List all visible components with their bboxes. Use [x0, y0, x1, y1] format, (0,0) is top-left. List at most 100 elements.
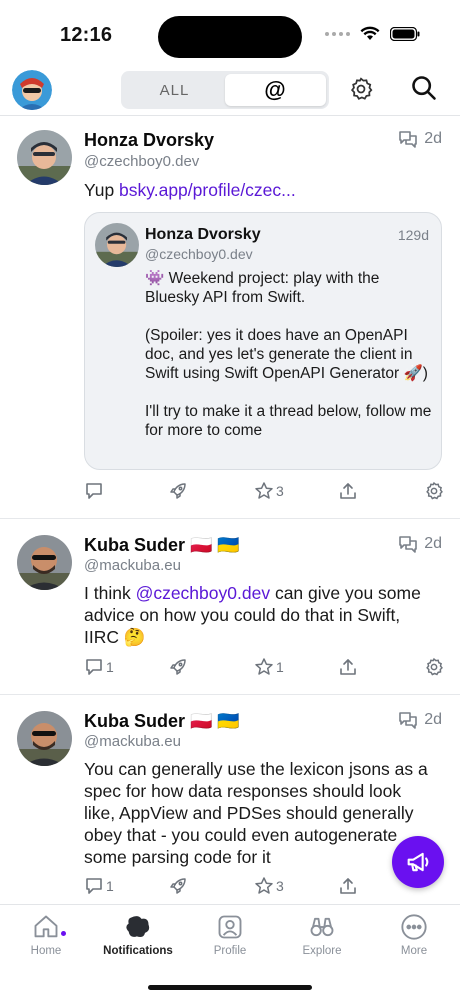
reply-icon — [86, 878, 102, 894]
reply-icon — [86, 483, 102, 499]
star-icon — [255, 877, 273, 894]
tab-explore-label: Explore — [302, 945, 342, 957]
cellular-icon — [325, 31, 350, 36]
like-button[interactable]: 3 — [254, 876, 284, 896]
quoted-author-avatar — [95, 223, 139, 267]
tab-profile-label: Profile — [213, 945, 247, 957]
reply-count: 1 — [106, 659, 114, 675]
tab-profile[interactable]: Profile — [184, 913, 276, 957]
search-icon — [412, 76, 436, 100]
reply-type-icon — [399, 536, 418, 553]
share-button[interactable] — [338, 876, 358, 896]
gear-icon — [426, 657, 443, 676]
tab-notifications-label: Notifications — [103, 945, 173, 957]
home-icon — [34, 915, 58, 938]
reply-type-icon — [399, 712, 418, 729]
dynamic-island — [158, 16, 302, 58]
binoculars-icon — [310, 917, 334, 937]
post-text: I think @czechboy0.dev can give you some… — [84, 582, 436, 648]
unread-dot — [61, 931, 66, 936]
tab-more-label: More — [400, 945, 428, 957]
author-handle[interactable]: @czechboy0.dev — [84, 153, 199, 170]
post-actions: 1 3 — [84, 876, 444, 900]
gear-icon — [350, 77, 373, 100]
share-button[interactable] — [338, 481, 358, 501]
post-time: 2d — [424, 711, 442, 728]
reply-button[interactable]: 1 — [84, 876, 114, 896]
tab-explore[interactable]: Explore — [276, 913, 368, 957]
segment-mentions[interactable]: @ — [225, 74, 326, 106]
reply-type-icon — [399, 131, 418, 148]
repost-rocket-icon — [170, 483, 186, 499]
repost-button[interactable] — [168, 657, 190, 677]
author-handle[interactable]: @mackuba.eu — [84, 733, 181, 750]
more-options-button[interactable] — [424, 657, 444, 677]
like-count: 3 — [276, 483, 284, 499]
post-meta: 2d — [398, 711, 442, 729]
avatar-image — [17, 711, 72, 766]
post-text: You can generally use the lexicon jsons … — [84, 759, 428, 867]
like-button[interactable]: 1 — [254, 657, 284, 677]
segment-all[interactable]: ALL — [124, 74, 225, 106]
tab-more[interactable]: More — [368, 913, 460, 957]
tab-home[interactable]: Home — [0, 913, 92, 957]
profile-icon — [218, 915, 242, 939]
star-icon — [255, 482, 273, 499]
status-bar: 12:16 — [0, 0, 460, 64]
post-meta: 2d — [398, 130, 442, 148]
author-avatar[interactable] — [17, 711, 72, 766]
avatar-image — [95, 223, 139, 267]
post-text-prefix: Yup — [84, 180, 120, 200]
filter-segmented-control: ALL @ — [121, 71, 329, 109]
wifi-icon — [360, 26, 380, 40]
author-handle[interactable]: @mackuba.eu — [84, 557, 181, 574]
repost-button[interactable] — [168, 876, 190, 896]
gear-icon — [426, 481, 443, 500]
reply-count: 1 — [106, 878, 114, 894]
repost-button[interactable] — [168, 481, 190, 501]
tab-notifications[interactable]: Notifications — [92, 913, 184, 957]
home-indicator[interactable] — [148, 985, 312, 990]
share-icon — [340, 483, 356, 499]
author-name[interactable]: Kuba Suder 🇵🇱 🇺🇦 — [84, 535, 240, 556]
reply-button[interactable] — [84, 481, 106, 501]
like-count: 3 — [276, 878, 284, 894]
search-button[interactable] — [410, 74, 438, 107]
notification-post[interactable]: Kuba Suder 🇵🇱 🇺🇦 @mackuba.eu 2d I think … — [0, 519, 460, 695]
avatar-image — [12, 70, 52, 110]
user-avatar-button[interactable] — [12, 70, 52, 110]
more-icon — [401, 914, 427, 940]
battery-icon — [390, 26, 420, 41]
post-time: 2d — [424, 535, 442, 552]
megaphone-icon — [407, 852, 429, 872]
more-options-button[interactable] — [424, 481, 444, 501]
mention-link[interactable]: @czechboy0.dev — [136, 583, 271, 603]
share-icon — [340, 659, 356, 675]
quoted-post-time: 129d — [397, 227, 429, 243]
author-avatar[interactable] — [17, 130, 72, 185]
author-name[interactable]: Honza Dvorsky — [84, 130, 214, 151]
reply-button[interactable]: 1 — [84, 657, 114, 677]
star-icon — [255, 658, 273, 675]
notifications-blob-icon — [126, 916, 150, 937]
quoted-post[interactable]: Honza Dvorsky @czechboy0.dev 129d 👾 Week… — [84, 212, 442, 470]
settings-button[interactable] — [348, 76, 374, 107]
post-meta: 2d — [398, 535, 442, 553]
avatar-image — [17, 535, 72, 590]
post-actions: 3 — [84, 481, 444, 505]
tab-home-label: Home — [30, 945, 62, 957]
share-button[interactable] — [338, 657, 358, 677]
notification-post[interactable]: Kuba Suder 🇵🇱 🇺🇦 @mackuba.eu 2d You can … — [0, 695, 460, 904]
quoted-author-name: Honza Dvorsky — [145, 226, 261, 243]
author-avatar[interactable] — [17, 535, 72, 590]
compose-button[interactable] — [392, 836, 444, 888]
post-link[interactable]: bsky.app/profile/czec... — [119, 180, 296, 200]
notifications-header: ALL @ — [0, 64, 460, 116]
author-name[interactable]: Kuba Suder 🇵🇱 🇺🇦 — [84, 711, 240, 732]
reply-icon — [86, 659, 102, 675]
like-count: 1 — [276, 659, 284, 675]
post-actions: 1 1 — [84, 657, 444, 681]
like-button[interactable]: 3 — [254, 481, 284, 501]
avatar-image — [17, 130, 72, 185]
notification-post[interactable]: Honza Dvorsky @czechboy0.dev 2d Yup bsky… — [0, 116, 460, 519]
